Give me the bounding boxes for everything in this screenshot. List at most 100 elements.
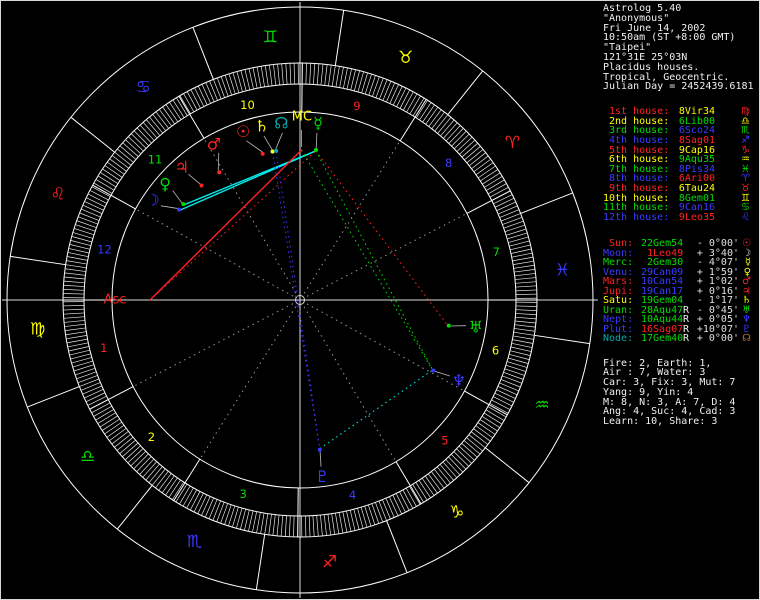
degree-tick bbox=[424, 475, 438, 494]
degree-tick bbox=[500, 213, 521, 222]
degree-tick bbox=[494, 392, 514, 403]
degree-tick bbox=[368, 75, 376, 96]
sign-boundary-line bbox=[334, 10, 345, 66]
degree-tick bbox=[273, 64, 277, 86]
degree-tick bbox=[84, 389, 104, 399]
planet-pointer-saturn bbox=[263, 135, 273, 150]
degree-tick bbox=[389, 84, 399, 104]
house-cusp-list: 1st house: 8Vir34 ♍ 2nd house: 6Lib00 ♎ 3rd … bbox=[603, 107, 757, 222]
degree-tick bbox=[335, 66, 340, 88]
degree-tick bbox=[514, 328, 535, 332]
retrograde-flag: R bbox=[683, 333, 690, 345]
planet-point-uranus bbox=[446, 323, 451, 328]
degree-tick bbox=[372, 76, 380, 97]
house-cusp-segment bbox=[173, 458, 201, 501]
degree-tick bbox=[399, 491, 410, 511]
degree-tick bbox=[406, 93, 418, 113]
degree-tick bbox=[158, 109, 173, 127]
degree-tick bbox=[515, 313, 537, 316]
house-cusp-dotted-line bbox=[203, 138, 297, 294]
house-cusp-segment bbox=[178, 95, 205, 139]
house-number-12: 12 bbox=[97, 242, 112, 256]
info-panel: Astrolog 5.40 "Anonymous" Fri June 14, 2… bbox=[603, 4, 757, 427]
degree-tick bbox=[427, 473, 442, 491]
degree-tick bbox=[415, 100, 428, 119]
sign-glyph-libra: ♎ bbox=[80, 447, 95, 467]
degree-tick bbox=[76, 220, 97, 228]
sign-glyph-sagittarius: ♐ bbox=[322, 552, 337, 572]
planet-position: 17Gem40 bbox=[641, 333, 684, 345]
degree-tick bbox=[375, 77, 384, 98]
house-row: 12th house: 9Leo35 ♌ bbox=[603, 212, 757, 223]
degree-tick bbox=[165, 477, 178, 496]
planet-pointer-mercury bbox=[315, 132, 318, 148]
degree-tick bbox=[76, 371, 97, 380]
degree-tick bbox=[493, 194, 513, 205]
degree-tick bbox=[224, 75, 233, 96]
planet-glyph-node: ☊ bbox=[274, 113, 288, 132]
degree-tick bbox=[335, 513, 340, 534]
house-number-10: 10 bbox=[240, 98, 255, 112]
degree-tick bbox=[382, 499, 391, 520]
degree-tick bbox=[248, 510, 254, 532]
degree-tick bbox=[89, 189, 109, 201]
degree-tick bbox=[493, 396, 513, 407]
degree-tick bbox=[385, 498, 395, 518]
degree-tick bbox=[87, 395, 107, 406]
house-cusp-segment bbox=[399, 99, 427, 142]
planet-pointer-moon bbox=[160, 205, 178, 209]
degree-tick bbox=[97, 175, 117, 188]
planet-point-moon bbox=[177, 207, 182, 212]
degree-tick bbox=[93, 182, 113, 194]
degree-tick bbox=[216, 77, 225, 98]
degree-tick bbox=[91, 186, 111, 198]
sign-boundary-line bbox=[70, 116, 116, 153]
planet-glyph-mars: ♂ bbox=[207, 135, 221, 154]
degree-tick bbox=[186, 489, 198, 509]
degree-tick bbox=[75, 224, 96, 232]
aspect-line-venus-mercury bbox=[183, 150, 317, 206]
planet-glyph-uranus: ♅ bbox=[469, 318, 483, 337]
planet-pointer-neptune bbox=[435, 371, 450, 377]
planet-glyph-saturn: ♄ bbox=[255, 117, 269, 136]
house-cusp-dotted-line bbox=[303, 306, 397, 462]
degree-tick bbox=[316, 515, 319, 537]
planet-pointer-venus bbox=[172, 190, 183, 204]
degree-tick bbox=[379, 79, 388, 100]
degree-tick bbox=[324, 64, 328, 86]
aspect-line-mc-neptune bbox=[301, 149, 434, 371]
aspect-line-mercury-uranus bbox=[315, 150, 449, 326]
degree-tick bbox=[327, 514, 331, 536]
degree-tick bbox=[109, 427, 127, 442]
degree-tick bbox=[305, 515, 307, 537]
degree-tick bbox=[93, 405, 113, 417]
planet-point-sun bbox=[260, 151, 265, 156]
aspect-line-saturn-pluto bbox=[272, 152, 321, 449]
degree-tick bbox=[168, 479, 181, 498]
house-cusp-segment bbox=[92, 184, 136, 210]
sign-glyph-leo: ♌ bbox=[50, 184, 65, 204]
planet-pointer-jupiter bbox=[188, 174, 201, 185]
degree-tick bbox=[504, 368, 525, 376]
sign-boundary-line bbox=[534, 334, 590, 345]
degree-tick bbox=[514, 324, 536, 328]
planet-point-neptune bbox=[431, 368, 436, 373]
sign-boundary-line bbox=[192, 27, 214, 80]
degree-tick bbox=[496, 201, 516, 211]
degree-tick bbox=[183, 93, 195, 113]
degree-tick bbox=[313, 63, 316, 85]
degree-tick bbox=[500, 379, 521, 388]
degree-tick bbox=[510, 346, 532, 352]
degree-tick bbox=[102, 168, 121, 181]
degree-tick bbox=[63, 305, 85, 307]
degree-tick bbox=[220, 503, 228, 524]
sign-glyph-taurus: ♉ bbox=[398, 48, 413, 68]
degree-tick bbox=[515, 285, 537, 288]
degree-tick bbox=[63, 312, 85, 315]
sign-boundary-line bbox=[255, 534, 266, 590]
planet-point-venus bbox=[181, 202, 186, 207]
degree-tick bbox=[63, 316, 85, 319]
degree-tick bbox=[418, 480, 431, 498]
degree-tick bbox=[69, 349, 90, 356]
degree-tick bbox=[402, 489, 414, 509]
